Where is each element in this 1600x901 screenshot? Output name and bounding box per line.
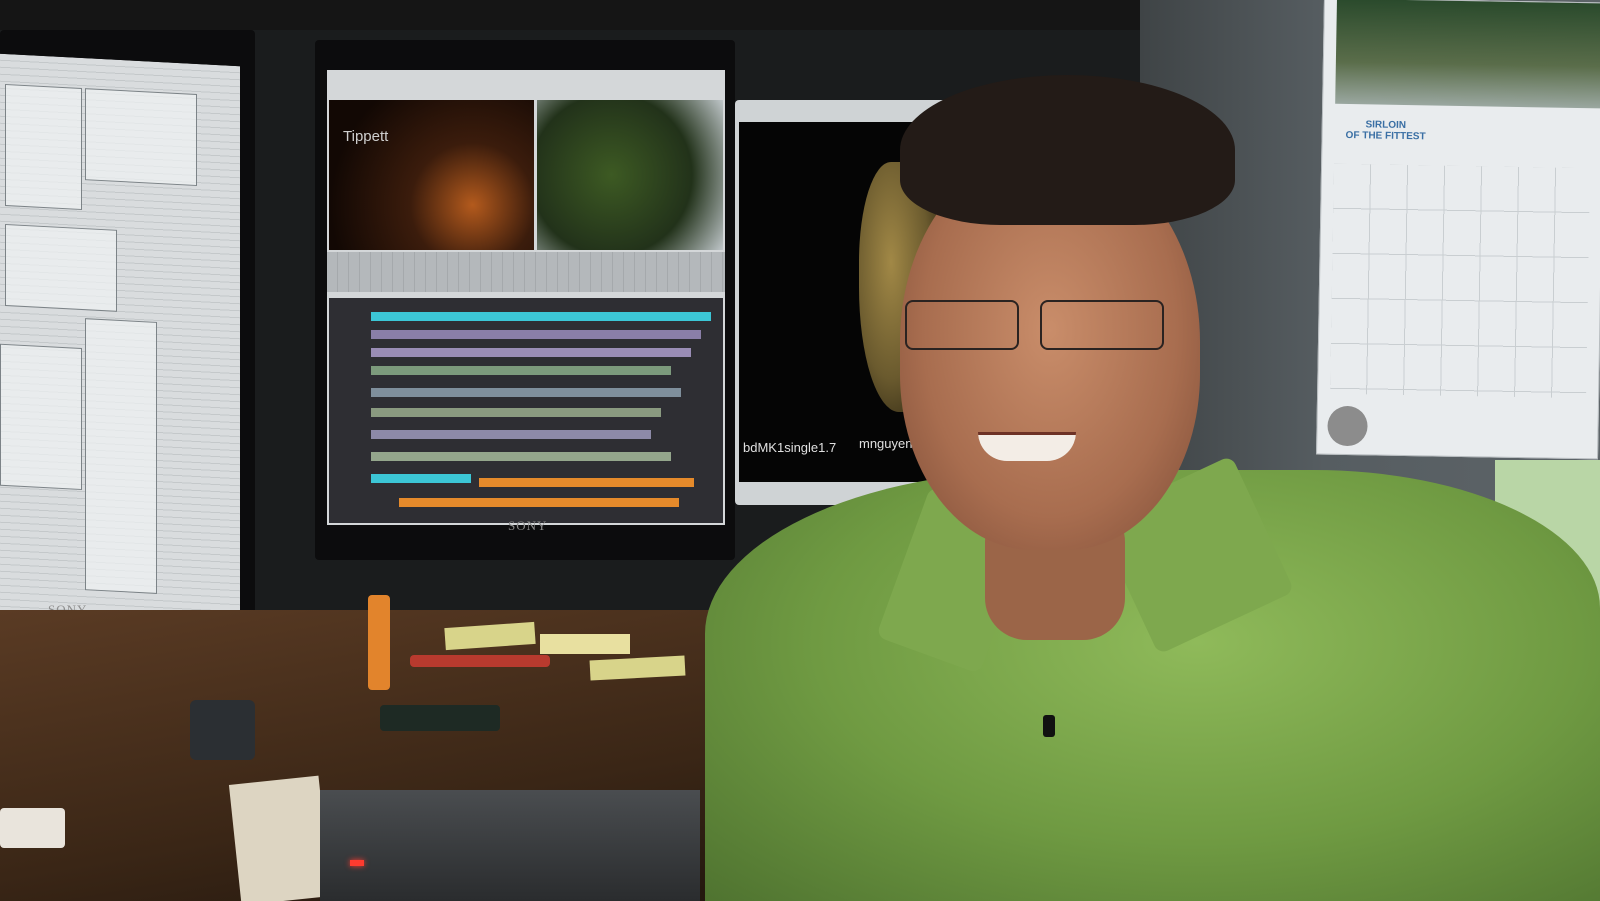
timeline-track: [371, 452, 671, 461]
edit-timeline: [329, 298, 723, 523]
window-panel: [85, 88, 197, 187]
calendar-title-line2: OF THE FITTEST: [1345, 129, 1426, 143]
video-preview-right: [537, 100, 723, 250]
sticky-note: [540, 634, 630, 654]
center-monitor: Tippett SONY: [315, 40, 735, 560]
person-hair: [900, 75, 1235, 225]
timeline-track: [371, 348, 691, 357]
rack-device: [320, 790, 700, 901]
orange-marker: [368, 595, 390, 690]
timeline-track: [371, 430, 651, 439]
timeline-track: [371, 474, 471, 483]
glasses-right-lens: [1040, 300, 1164, 350]
red-marker: [410, 655, 550, 667]
overhead-shelf: [0, 0, 1215, 30]
calendar-grid: [1330, 163, 1591, 399]
lapel-microphone: [1043, 715, 1055, 737]
window-panel: [5, 223, 117, 312]
wall-calendar: SIRLOIN OF THE FITTEST: [1316, 0, 1600, 460]
window-panel: [85, 318, 157, 594]
window-panel: [0, 343, 82, 491]
tape-dispenser: [0, 808, 65, 848]
glasses-left-lens: [905, 300, 1019, 350]
center-monitor-brand: SONY: [508, 518, 548, 533]
timeline-track: [399, 498, 679, 507]
left-monitor: SONY: [0, 30, 255, 640]
render-caption-right: mnguyen: [859, 436, 913, 451]
paper-note: [228, 775, 332, 901]
green-marker: [380, 705, 500, 731]
video-preview-left: Tippett: [329, 100, 534, 250]
timeline-track: [371, 330, 701, 339]
transport-bar: [327, 252, 725, 292]
video-title: Tippett: [343, 128, 389, 145]
timeline-track: [371, 312, 711, 321]
calendar-footer-illustration: [1327, 405, 1368, 447]
small-gadget: [190, 700, 255, 760]
window-panel: [5, 83, 82, 211]
render-caption-left: bdMK1single1.7: [743, 440, 837, 455]
calendar-title: SIRLOIN OF THE FITTEST: [1341, 119, 1431, 143]
left-monitor-screen: [0, 53, 240, 627]
timeline-track: [479, 478, 694, 487]
photo-scene: SIRLOIN OF THE FITTEST SONY Tippett: [0, 0, 1600, 901]
timeline-track: [371, 388, 681, 397]
timeline-track: [371, 366, 671, 375]
rack-led: [350, 860, 364, 866]
smile: [978, 432, 1076, 461]
timeline-track: [371, 408, 661, 417]
calendar-photo: [1335, 0, 1600, 109]
center-monitor-screen: Tippett: [327, 70, 725, 525]
